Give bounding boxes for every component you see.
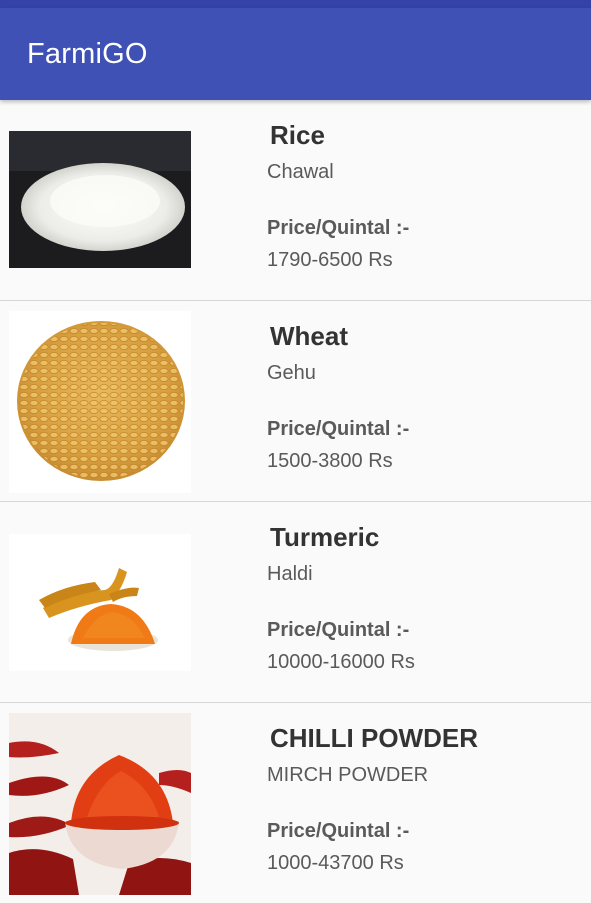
price-label: Price/Quintal :-	[267, 820, 410, 842]
rice-image	[9, 131, 191, 268]
status-bar	[0, 0, 591, 8]
product-name: CHILLI POWDER	[270, 723, 478, 753]
turmeric-image	[9, 534, 191, 671]
list-item[interactable]: Wheat Gehu Price/Quintal :- 1500-3800 Rs	[0, 301, 591, 502]
price-range: 1000-43700 Rs	[267, 852, 404, 874]
product-name: Wheat	[270, 321, 348, 351]
wheat-image	[9, 311, 191, 493]
price-range: 1790-6500 Rs	[267, 249, 393, 271]
price-label: Price/Quintal :-	[267, 418, 410, 440]
price-label: Price/Quintal :-	[267, 619, 410, 641]
list-item[interactable]: Rice Chawal Price/Quintal :- 1790-6500 R…	[0, 100, 591, 301]
product-local-name: Gehu	[267, 362, 316, 384]
app-bar: FarmiGO	[0, 8, 591, 100]
product-list[interactable]: Rice Chawal Price/Quintal :- 1790-6500 R…	[0, 100, 591, 903]
list-item[interactable]: CHILLI POWDER MIRCH POWDER Price/Quintal…	[0, 703, 591, 903]
list-item[interactable]: Turmeric Haldi Price/Quintal :- 10000-16…	[0, 502, 591, 703]
price-range: 1500-3800 Rs	[267, 450, 393, 472]
app-title: FarmiGO	[27, 38, 148, 70]
price-label: Price/Quintal :-	[267, 217, 410, 239]
product-name: Rice	[270, 120, 325, 150]
product-name: Turmeric	[270, 522, 380, 552]
product-local-name: Haldi	[267, 563, 313, 585]
product-local-name: MIRCH POWDER	[267, 764, 429, 786]
product-local-name: Chawal	[267, 161, 334, 183]
chilli-powder-image	[9, 713, 191, 895]
price-range: 10000-16000 Rs	[267, 651, 415, 673]
